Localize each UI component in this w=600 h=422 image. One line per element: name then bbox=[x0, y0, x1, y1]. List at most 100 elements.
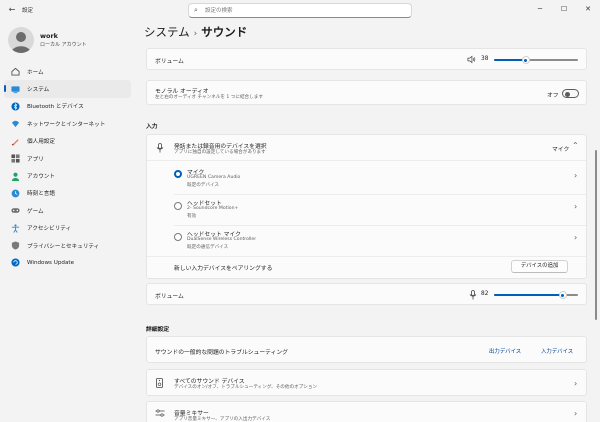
divider bbox=[147, 256, 586, 257]
sidebar-item-label: アクセシビリティ bbox=[27, 226, 72, 233]
input-volume-card: ボリューム 82 bbox=[146, 283, 587, 305]
device-radio-headset[interactable] bbox=[174, 202, 182, 210]
microphone-icon bbox=[156, 143, 164, 153]
sidebar-item-bluetooth[interactable]: Bluetooth とデバイス bbox=[4, 98, 131, 115]
device-note: 有効 bbox=[187, 214, 197, 219]
divider bbox=[147, 160, 586, 161]
input-section-title: 入力 bbox=[146, 124, 158, 130]
breadcrumb: システム › サウンド bbox=[144, 24, 247, 40]
title-bar: ← 設定 ⌕ ─ ☐ ✕ bbox=[0, 0, 600, 22]
slider-fill bbox=[494, 294, 563, 296]
sidebar-item-apps[interactable]: アプリ bbox=[4, 150, 131, 167]
device-radio-mic[interactable] bbox=[174, 170, 182, 178]
apps-icon bbox=[11, 154, 20, 163]
sidebar-item-label: Bluetooth とデバイス bbox=[27, 104, 84, 111]
output-volume-value: 38 bbox=[481, 56, 489, 62]
chevron-up-icon[interactable]: ⌃ bbox=[572, 141, 579, 150]
sidebar-item-label: システム bbox=[27, 87, 50, 94]
speaker-device-icon bbox=[156, 378, 163, 388]
close-button[interactable]: ✕ bbox=[576, 0, 600, 18]
avatar[interactable] bbox=[8, 27, 34, 53]
mono-audio-description: 左と右のオーディオ チャンネルを 1 つに結合します bbox=[155, 95, 263, 100]
device-note: 既定のデバイス bbox=[187, 183, 220, 188]
speaker-icon[interactable] bbox=[467, 55, 476, 64]
sidebar-item-accounts[interactable]: アカウント bbox=[4, 167, 131, 184]
all-sound-devices-card[interactable]: すべてのサウンド デバイス デバイスのオン/オフ、トラブルシューティング、その他… bbox=[146, 369, 587, 396]
sidebar-item-label: ネットワークとインターネット bbox=[27, 121, 106, 128]
back-arrow-icon[interactable]: ← bbox=[6, 4, 18, 16]
search-input[interactable] bbox=[205, 5, 405, 16]
output-volume-slider[interactable] bbox=[494, 56, 578, 64]
sidebar-nav: ホーム システム Bluetooth とデバイス ネットワークとインターネット … bbox=[4, 63, 131, 272]
microphone-icon[interactable] bbox=[469, 290, 477, 300]
sidebar-item-time-language[interactable]: 時刻と言語 bbox=[4, 185, 131, 202]
system-icon bbox=[11, 85, 20, 93]
add-device-button[interactable]: デバイスの追加 bbox=[511, 260, 568, 273]
window-title: 設定 bbox=[22, 8, 34, 14]
input-devices-link[interactable]: 入力デバイス bbox=[541, 347, 573, 355]
minimize-button[interactable]: ─ bbox=[528, 0, 552, 18]
sidebar-item-windows-update[interactable]: Windows Update bbox=[4, 254, 131, 271]
sidebar-item-personalization[interactable]: 個人用設定 bbox=[4, 133, 131, 150]
advanced-section-title: 詳細設定 bbox=[146, 327, 170, 333]
accounts-icon bbox=[11, 172, 20, 181]
sidebar-item-gaming[interactable]: ゲーム bbox=[4, 202, 131, 219]
device-model: DualSense Wireless Controller bbox=[187, 237, 257, 242]
chevron-right-icon[interactable]: › bbox=[574, 171, 577, 180]
volume-mixer-card[interactable]: 音量ミキサー アプリ音量ミキサー、アプリの入出力デバイス › bbox=[146, 401, 587, 422]
troubleshoot-label: サウンドの一般的な問題のトラブルシューティング bbox=[155, 350, 288, 356]
page-title: サウンド bbox=[201, 25, 248, 39]
chevron-right-icon[interactable]: › bbox=[574, 202, 577, 211]
windows-update-icon bbox=[11, 258, 20, 268]
device-radio-headset-mic[interactable] bbox=[174, 233, 182, 241]
mono-audio-state: オフ bbox=[547, 93, 559, 99]
sidebar-item-label: プライバシーとセキュリティ bbox=[27, 243, 100, 250]
chevron-right-icon[interactable]: › bbox=[574, 409, 577, 418]
output-volume-label: ボリューム bbox=[155, 59, 184, 65]
gaming-icon bbox=[11, 208, 20, 214]
divider bbox=[174, 225, 586, 226]
input-volume-slider[interactable] bbox=[494, 291, 578, 299]
sidebar-item-label: ホーム bbox=[27, 69, 44, 76]
sidebar-item-label: 時刻と言語 bbox=[27, 191, 55, 198]
divider bbox=[174, 194, 586, 195]
breadcrumb-parent[interactable]: システム bbox=[144, 25, 190, 39]
user-account-type: ローカル アカウント bbox=[40, 42, 87, 48]
maximize-button[interactable]: ☐ bbox=[552, 0, 576, 18]
sidebar-item-label: Windows Update bbox=[27, 259, 75, 266]
sidebar-item-network[interactable]: ネットワークとインターネット bbox=[4, 115, 131, 132]
sidebar-item-system[interactable]: システム bbox=[4, 80, 131, 98]
selected-input-device: マイク bbox=[552, 147, 570, 153]
user-name: work bbox=[40, 32, 58, 40]
chevron-right-icon[interactable]: › bbox=[574, 233, 577, 242]
input-volume-label: ボリューム bbox=[155, 294, 184, 300]
sidebar-item-accessibility[interactable]: アクセシビリティ bbox=[4, 220, 131, 237]
mono-audio-card[interactable]: モノラル オーディオ 左と右のオーディオ チャンネルを 1 つに結合します オフ bbox=[146, 80, 587, 105]
sidebar-item-privacy[interactable]: プライバシーとセキュリティ bbox=[4, 237, 131, 254]
sidebar-item-label: アプリ bbox=[27, 156, 44, 163]
slider-thumb[interactable] bbox=[521, 56, 530, 64]
mixer-icon bbox=[155, 409, 165, 417]
slider-thumb[interactable] bbox=[558, 291, 567, 299]
input-select-description: アプリに独自の設定している場合があります bbox=[174, 150, 266, 155]
output-volume-card: ボリューム 38 bbox=[146, 48, 587, 70]
network-icon bbox=[11, 121, 20, 128]
search-box[interactable]: ⌕ bbox=[188, 3, 412, 18]
search-icon: ⌕ bbox=[194, 6, 198, 14]
input-volume-value: 82 bbox=[481, 291, 489, 297]
device-model: 2- Soundcore Motion+ bbox=[187, 206, 239, 211]
scrollbar-thumb[interactable] bbox=[595, 150, 597, 320]
bluetooth-icon bbox=[11, 102, 20, 111]
shield-icon bbox=[11, 241, 20, 250]
mono-audio-toggle[interactable] bbox=[562, 89, 579, 98]
output-devices-link[interactable]: 出力デバイス bbox=[489, 347, 521, 355]
personalization-icon bbox=[11, 139, 19, 146]
pair-input-device-label: 新しい入力デバイスをペアリングする bbox=[174, 266, 273, 272]
chevron-right-icon[interactable]: › bbox=[574, 379, 577, 388]
sidebar-item-label: アカウント bbox=[27, 174, 55, 181]
accessibility-icon bbox=[11, 224, 20, 233]
sidebar-item-label: ゲーム bbox=[27, 208, 44, 215]
window-controls: ─ ☐ ✕ bbox=[528, 0, 600, 18]
sidebar-item-home[interactable]: ホーム bbox=[4, 63, 131, 80]
all-sound-devices-description: デバイスのオン/オフ、トラブルシューティング、その他のオプション bbox=[174, 385, 318, 390]
